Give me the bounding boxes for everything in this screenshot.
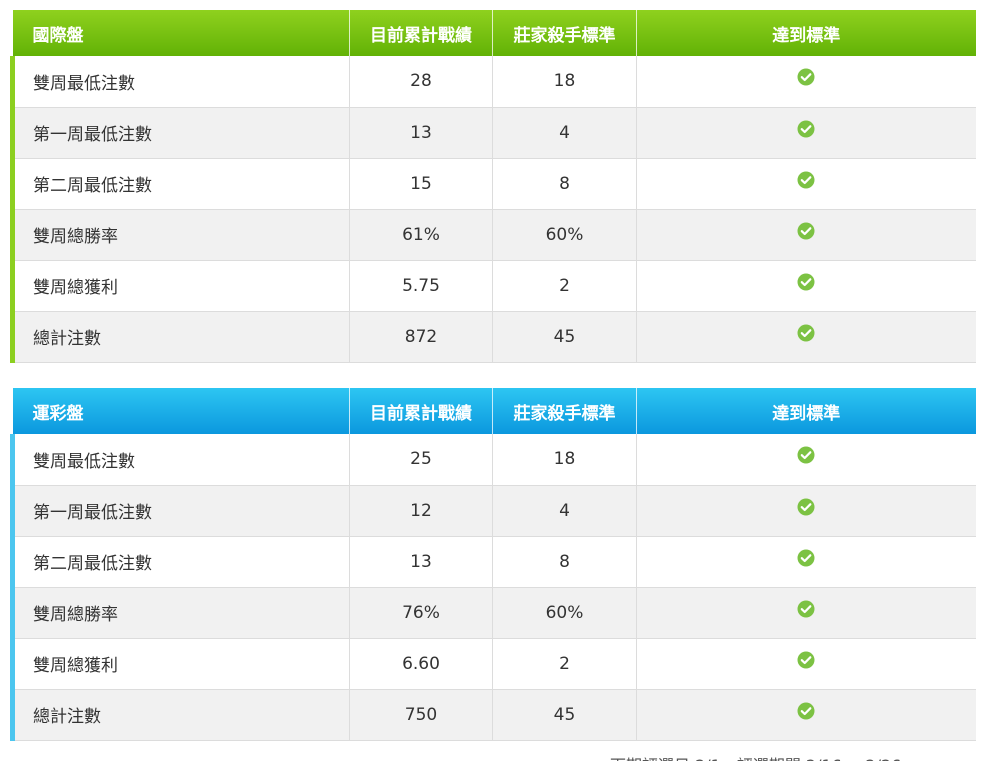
col-header-current-record: 目前累計戰績 <box>349 388 493 434</box>
row-current: 13 <box>349 536 493 588</box>
col-header-market: 運彩盤 <box>12 388 350 434</box>
sports-lottery-odds-table: 運彩盤 目前累計戰績 莊家殺手標準 達到標準 雙周最低注數 25 18 第一周最… <box>10 388 976 741</box>
row-standard: 4 <box>492 107 637 159</box>
check-circle-icon <box>797 273 815 291</box>
row-standard: 8 <box>492 536 637 588</box>
row-standard: 60% <box>492 587 637 639</box>
row-current: 12 <box>349 485 493 537</box>
check-circle-icon <box>797 651 815 669</box>
table-row: 第二周最低注數 15 8 <box>10 158 976 210</box>
row-label: 雙周最低注數 <box>10 434 350 486</box>
row-label: 雙周總獲利 <box>10 260 350 312</box>
row-standard: 45 <box>492 311 637 363</box>
row-label: 雙周總勝率 <box>10 209 350 261</box>
row-current: 61% <box>349 209 493 261</box>
row-standard: 18 <box>492 434 637 486</box>
row-reached <box>636 587 976 639</box>
row-reached <box>636 107 976 159</box>
row-label: 第二周最低注數 <box>10 158 350 210</box>
row-current: 6.60 <box>349 638 493 690</box>
table-row: 雙周總勝率 61% 60% <box>10 209 976 261</box>
selection-period-note: 下期評選日 2/1 評選期間 2/16 ~ 2/26 <box>610 752 901 761</box>
col-header-killer-standard: 莊家殺手標準 <box>492 10 637 56</box>
row-reached <box>636 638 976 690</box>
check-circle-icon <box>797 702 815 720</box>
row-label: 雙周最低注數 <box>10 56 350 108</box>
row-label: 雙周總獲利 <box>10 638 350 690</box>
row-standard: 4 <box>492 485 637 537</box>
check-circle-icon <box>797 446 815 464</box>
row-reached <box>636 56 976 108</box>
check-circle-icon <box>797 68 815 86</box>
table-row: 雙周最低注數 25 18 <box>10 434 976 486</box>
check-circle-icon <box>797 324 815 342</box>
row-standard: 8 <box>492 158 637 210</box>
row-current: 15 <box>349 158 493 210</box>
table-row: 第一周最低注數 13 4 <box>10 107 976 159</box>
table-row: 雙周總勝率 76% 60% <box>10 587 976 639</box>
row-label: 雙周總勝率 <box>10 587 350 639</box>
row-current: 28 <box>349 56 493 108</box>
table-header-row: 運彩盤 目前累計戰績 莊家殺手標準 達到標準 <box>12 388 976 434</box>
col-header-reached: 達到標準 <box>636 10 976 56</box>
table-row: 總計注數 872 45 <box>10 311 976 363</box>
row-standard: 2 <box>492 260 637 312</box>
table-row: 總計注數 750 45 <box>10 689 976 741</box>
row-current: 872 <box>349 311 493 363</box>
col-header-market: 國際盤 <box>12 10 350 56</box>
table-row: 第一周最低注數 12 4 <box>10 485 976 537</box>
check-circle-icon <box>797 600 815 618</box>
row-reached <box>636 485 976 537</box>
row-current: 750 <box>349 689 493 741</box>
row-current: 25 <box>349 434 493 486</box>
row-reached <box>636 536 976 588</box>
table-row: 第二周最低注數 13 8 <box>10 536 976 588</box>
row-reached <box>636 689 976 741</box>
row-reached <box>636 434 976 486</box>
row-standard: 60% <box>492 209 637 261</box>
row-label: 第一周最低注數 <box>10 107 350 159</box>
row-label: 第二周最低注數 <box>10 536 350 588</box>
row-reached <box>636 209 976 261</box>
row-current: 76% <box>349 587 493 639</box>
page: 國際盤 目前累計戰績 莊家殺手標準 達到標準 雙周最低注數 28 18 第一周最… <box>0 0 994 761</box>
col-header-killer-standard: 莊家殺手標準 <box>492 388 637 434</box>
row-reached <box>636 158 976 210</box>
table-header-row: 國際盤 目前累計戰績 莊家殺手標準 達到標準 <box>12 10 976 56</box>
international-odds-table: 國際盤 目前累計戰績 莊家殺手標準 達到標準 雙周最低注數 28 18 第一周最… <box>10 10 976 363</box>
col-header-current-record: 目前累計戰績 <box>349 10 493 56</box>
row-current: 5.75 <box>349 260 493 312</box>
table-row: 雙周總獲利 6.60 2 <box>10 638 976 690</box>
row-label: 總計注數 <box>10 689 350 741</box>
row-reached <box>636 311 976 363</box>
check-circle-icon <box>797 171 815 189</box>
row-label: 第一周最低注數 <box>10 485 350 537</box>
col-header-reached: 達到標準 <box>636 388 976 434</box>
row-label: 總計注數 <box>10 311 350 363</box>
check-circle-icon <box>797 222 815 240</box>
check-circle-icon <box>797 498 815 516</box>
table-row: 雙周最低注數 28 18 <box>10 56 976 108</box>
row-reached <box>636 260 976 312</box>
row-standard: 45 <box>492 689 637 741</box>
row-standard: 2 <box>492 638 637 690</box>
row-standard: 18 <box>492 56 637 108</box>
row-current: 13 <box>349 107 493 159</box>
check-circle-icon <box>797 549 815 567</box>
check-circle-icon <box>797 120 815 138</box>
table-row: 雙周總獲利 5.75 2 <box>10 260 976 312</box>
